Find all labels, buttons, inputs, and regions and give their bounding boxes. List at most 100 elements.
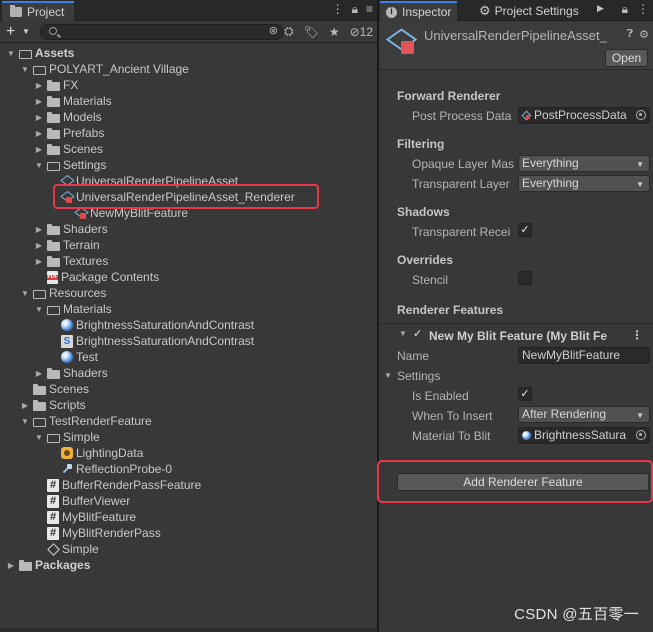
chevron-right-icon[interactable]: ▶ [34,241,44,250]
tree-row[interactable]: ▶ Shaders [0,221,377,237]
object-picker-icon[interactable] [636,430,646,440]
more-tabs-icon[interactable]: ▶ [597,3,604,14]
tree-row[interactable]: ▶Package Contents [0,269,377,285]
search-by-label-icon[interactable]: 🏷︎ [304,25,319,39]
tree-row[interactable]: ▶MyBlitFeature [0,509,377,525]
settings-foldout-label[interactable]: Settings [397,369,501,383]
tree-row[interactable]: ▶ Materials [0,93,377,109]
chevron-right-icon[interactable]: ▶ [34,225,44,234]
tree-row[interactable]: ▼ Materials [0,301,377,317]
tree-row[interactable]: ▶Scenes [0,141,377,157]
tree-row[interactable]: ▶ Shaders [0,365,377,381]
feature-header[interactable]: ▼ ✓ New My Blit Feature (My Blit Fe ⋮ [379,326,653,346]
chevron-down-icon[interactable]: ▼ [20,417,30,426]
tree-row[interactable]: ▼ POLYART_Ancient Village [0,61,377,77]
tree-row[interactable]: ▶BufferRenderPassFeature [0,477,377,493]
tree-row[interactable]: ▶ReflectionProbe-0 [0,461,377,477]
star-icon[interactable]: ★ [329,25,340,39]
chevron-right-icon[interactable]: ▶ [34,81,44,90]
clear-search-icon[interactable]: ⊗ [269,24,278,37]
material-icon [61,351,73,363]
tree-row[interactable]: ▶ Textures [0,253,377,269]
chevron-down-icon[interactable]: ▼ [34,161,44,170]
settings-icon[interactable]: ⚙ [639,28,649,41]
tree-row[interactable]: ▼ Resources [0,285,377,301]
search-input[interactable]: ⊗ [40,24,284,40]
chevron-down-icon[interactable]: ▼ [399,329,407,338]
tree-row[interactable]: ▶LightingData [0,445,377,461]
feature-enabled-checkbox[interactable]: ✓ [413,329,425,341]
tree-row[interactable]: ▶BufferViewer [0,493,377,509]
tab-project[interactable]: Project [2,1,75,21]
tree-row[interactable]: ▶Scenes [0,381,377,397]
opaque-layer-mask-dropdown[interactable]: Everything ▼ [518,155,650,172]
csharp-script-icon [47,510,59,524]
transparent-layer-mask-dropdown[interactable]: Everything ▼ [518,175,650,192]
tree-row[interactable]: ▼ Settings [0,157,377,173]
is-enabled-checkbox[interactable]: ✓ [518,387,532,401]
tree-row-label: BrightnessSaturationAndContrast [76,318,255,332]
stencil-checkbox[interactable] [518,271,532,285]
tree-row[interactable]: ▶Test [0,349,377,365]
tree-row[interactable]: ▶ Prefabs [0,125,377,141]
lock-icon[interactable]: 🔒︎ [622,2,628,17]
menu-icon[interactable]: ≡ [366,2,373,17]
chevron-down-icon[interactable]: ▼ [6,49,16,58]
section-overrides: Overrides [397,253,454,267]
add-renderer-feature-button[interactable]: Add Renderer Feature [397,473,649,491]
tree-row[interactable]: ▶ Terrain [0,237,377,253]
chevron-right-icon[interactable]: ▶ [34,129,44,138]
tree-row[interactable]: ▼ Simple [0,429,377,445]
tree-row[interactable]: ▼ Assets [0,45,377,61]
search-by-type-icon[interactable]: ⛭ [284,24,294,39]
hidden-packages-icon[interactable]: ⊘12 [350,25,373,39]
tree-row-label: POLYART_Ancient Village [49,62,189,76]
object-picker-icon[interactable] [636,110,646,120]
when-to-insert-dropdown[interactable]: After Rendering ▼ [518,406,650,423]
create-button[interactable]: + [6,23,15,40]
tree-row[interactable]: ▶Simple [0,541,377,557]
chevron-down-icon[interactable]: ▼ [20,65,30,74]
chevron-right-icon[interactable]: ▶ [34,113,44,122]
post-process-data-field[interactable]: PostProcessData [518,107,650,124]
tree-row[interactable]: ▼ TestRenderFeature [0,413,377,429]
folder-icon [47,367,60,379]
chevron-right-icon[interactable]: ▶ [6,561,16,570]
more-options-icon[interactable]: ⋮ [332,2,344,17]
material-icon [522,431,531,440]
open-button[interactable]: Open [605,49,648,67]
chevron-down-icon[interactable]: ▼ [34,433,44,442]
chevron-down-icon[interactable]: ▼ [34,305,44,314]
tab-project-settings[interactable]: ⚙ Project Settings [473,1,585,21]
tree-row-label: BufferViewer [62,494,131,508]
chevron-down-icon[interactable]: ▼ [384,371,392,380]
chevron-right-icon[interactable]: ▶ [20,401,30,410]
more-options-icon[interactable]: ⋮ [631,328,643,342]
tree-row[interactable]: ▶ FX [0,77,377,93]
tree-row-label: Package Contents [61,270,160,284]
material-to-blit-field[interactable]: BrightnessSatura [518,427,650,444]
chevron-right-icon[interactable]: ▶ [34,369,44,378]
chevron-down-icon[interactable]: ▼ [20,289,30,298]
chevron-right-icon[interactable]: ▶ [34,257,44,266]
tree-row[interactable]: ▶ Scripts [0,397,377,413]
tree-row-label: Resources [49,286,107,300]
tree-row-label: TestRenderFeature [49,414,152,428]
tree-row[interactable]: ▶BrightnessSaturationAndContrast [0,333,377,349]
feature-name-field[interactable]: NewMyBlitFeature [518,347,650,364]
chevron-right-icon[interactable]: ▶ [34,145,44,154]
tree-row[interactable]: ▶BrightnessSaturationAndContrast [0,317,377,333]
tree-row[interactable]: ▶ Packages [0,557,377,573]
chevron-down-icon[interactable]: ▼ [22,27,30,36]
chevron-right-icon[interactable]: ▶ [34,97,44,106]
menu-icon[interactable]: ⋮ [637,2,649,17]
lock-icon[interactable]: 🔒︎ [352,2,358,17]
help-icon[interactable]: ❓︎ [627,28,634,41]
tree-row[interactable]: ▶MyBlitRenderPass [0,525,377,541]
feature-name-label: Name [397,349,430,363]
tab-inspector[interactable]: Inspector [380,1,458,21]
tree-row[interactable]: ▶ Models [0,109,377,125]
transparent-receive-shadows-checkbox[interactable]: ✓ [518,223,532,237]
when-to-insert-label: When To Insert [412,409,493,423]
tree-row-label: MyBlitRenderPass [62,526,161,540]
